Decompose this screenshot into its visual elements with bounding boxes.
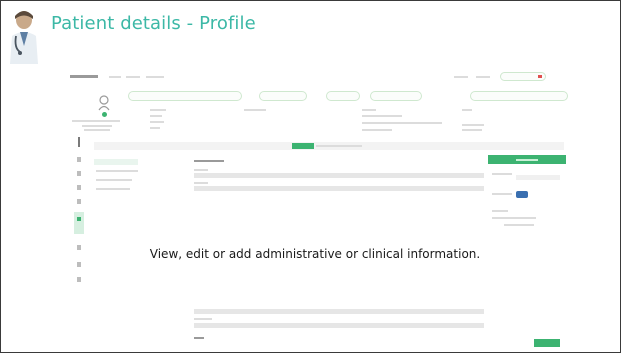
alert-icon	[538, 75, 542, 78]
info-value	[150, 115, 162, 117]
tab-label[interactable]	[316, 145, 362, 147]
app-menu-item	[109, 76, 121, 78]
app-menu-item	[146, 76, 164, 78]
panel-field[interactable]	[516, 175, 560, 180]
info-value	[462, 124, 484, 126]
caption-text: View, edit or add administrative or clin…	[149, 247, 481, 261]
home-icon[interactable]	[78, 137, 80, 147]
patient-name	[72, 120, 120, 122]
app-menu-item	[454, 76, 468, 78]
app-menu-item	[126, 76, 140, 78]
info-value	[362, 129, 392, 131]
info-label	[362, 109, 376, 111]
app-search-field	[128, 91, 242, 101]
panel-header-label	[516, 159, 538, 161]
panel-value	[492, 217, 536, 219]
app-menu-item	[476, 76, 490, 78]
app-filter-field	[370, 91, 422, 101]
note-icon[interactable]	[77, 199, 81, 204]
person-icon[interactable]	[77, 185, 81, 190]
form-field[interactable]	[194, 173, 484, 178]
profile-icon-glyph	[77, 217, 81, 221]
form-field[interactable]	[194, 323, 484, 328]
save-button[interactable]	[534, 339, 560, 347]
info-value	[462, 129, 482, 131]
info-label	[244, 109, 266, 111]
list-icon[interactable]	[77, 157, 81, 162]
panel-toggle[interactable]	[516, 191, 528, 198]
panel-label	[492, 193, 512, 195]
form-heading	[194, 337, 204, 339]
info-value	[362, 122, 442, 124]
slide-caption: View, edit or add administrative or clin…	[1, 247, 620, 261]
patient-avatar-icon	[98, 95, 110, 111]
status-dot	[102, 112, 107, 117]
panel-label	[492, 173, 512, 175]
panel-label	[492, 210, 508, 212]
info-label	[150, 109, 166, 111]
section-item-active[interactable]	[94, 159, 138, 165]
info-value	[362, 115, 402, 117]
form-heading	[194, 160, 224, 162]
info-label	[462, 109, 472, 111]
app-screenshot	[64, 67, 568, 352]
app-filter-field	[326, 91, 360, 101]
section-item[interactable]	[96, 170, 138, 172]
doctor-icon	[10, 11, 38, 64]
slide: Patient details - Profile View, edit or …	[0, 0, 621, 353]
form-field[interactable]	[194, 309, 484, 314]
section-item[interactable]	[96, 188, 130, 190]
panel-value	[504, 224, 534, 226]
tab-profile-active[interactable]	[292, 143, 314, 149]
app-filter-field	[259, 91, 307, 101]
form-label	[194, 169, 208, 171]
calendar-icon[interactable]	[77, 171, 81, 176]
patient-meta	[84, 129, 110, 131]
profile-icon[interactable]	[74, 212, 84, 234]
patient-meta	[82, 125, 112, 127]
form-label	[194, 182, 208, 184]
form-label	[194, 318, 212, 320]
app-filter-field	[470, 91, 568, 101]
form-field[interactable]	[194, 186, 484, 191]
slide-title: Patient details - Profile	[51, 13, 256, 34]
info-value	[150, 127, 160, 129]
section-item[interactable]	[96, 179, 132, 181]
settings-icon[interactable]	[77, 277, 81, 282]
chart-icon[interactable]	[77, 262, 81, 267]
info-value	[150, 121, 164, 123]
app-logo	[70, 75, 98, 78]
